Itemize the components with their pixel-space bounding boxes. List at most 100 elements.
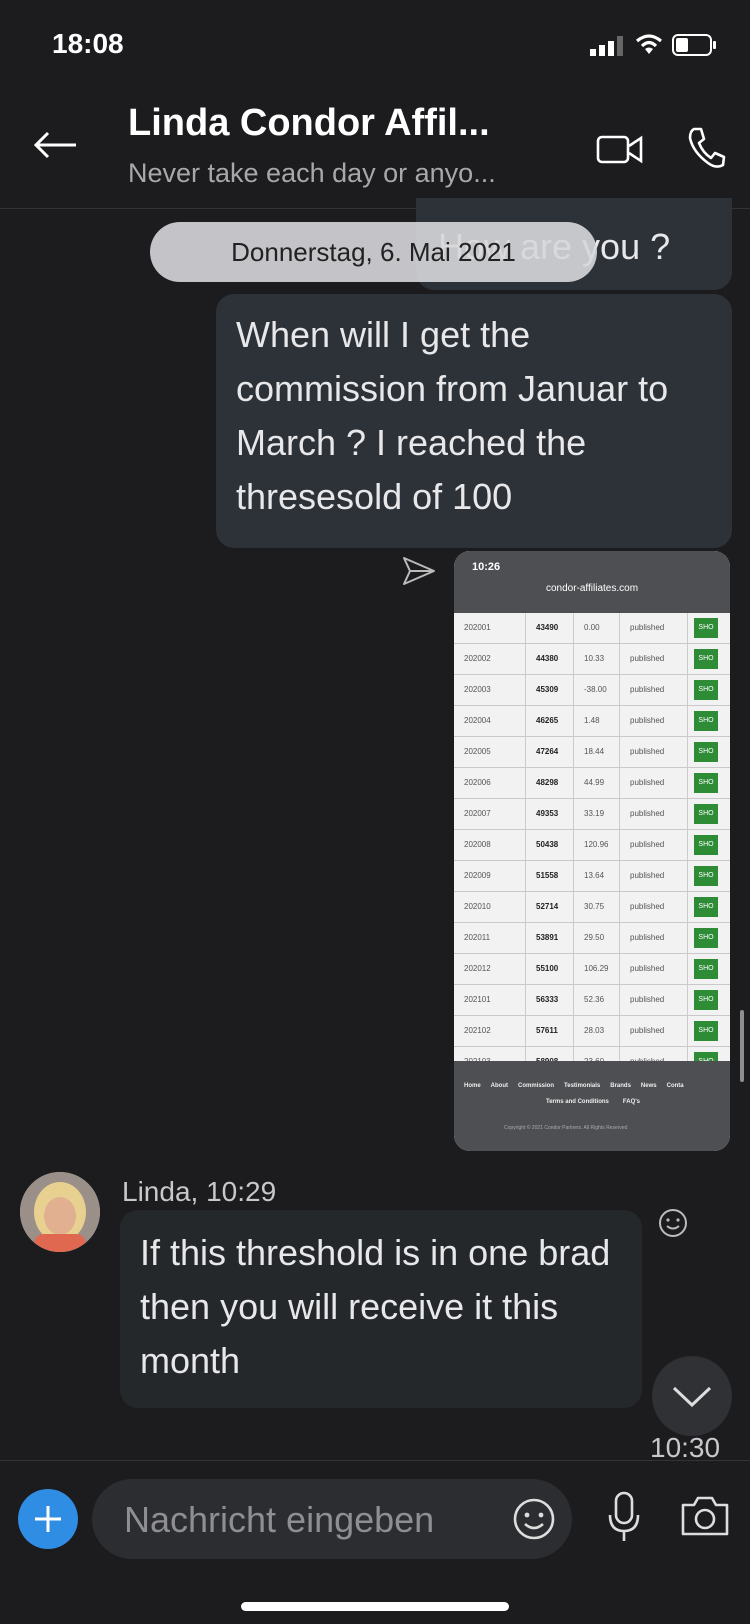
- attachment-cell-id: 55100: [526, 954, 574, 984]
- video-call-icon[interactable]: [596, 132, 644, 166]
- attachment-footer: Home About Commission Testimonials Brands New…: [454, 1061, 730, 1151]
- attachment-cell-id: 46265: [526, 706, 574, 736]
- attachment-table-row: 202009 51558 13.64 published SHO: [454, 861, 730, 892]
- scroll-to-bottom-button[interactable]: [652, 1356, 732, 1436]
- attachment-cell-period: 202006: [454, 768, 526, 798]
- attachment-cell-period: 202003: [454, 675, 526, 705]
- attachment-cell-status: published: [620, 706, 688, 736]
- attachment-show-button: SHO: [694, 742, 718, 762]
- add-attachment-button[interactable]: [18, 1489, 78, 1549]
- attachment-copyright: Copyright © 2021 Condor Partners. All Ri…: [504, 1125, 628, 1131]
- attachment-cell-amount: 18.44: [574, 737, 620, 767]
- outgoing-message-bubble[interactable]: When will I get the commission from Janu…: [216, 294, 732, 548]
- image-attachment[interactable]: 10:26 condor-affiliates.com 202001 43490 0…: [454, 551, 730, 1151]
- attachment-cell-id: 51558: [526, 861, 574, 891]
- attachment-table: 202001 43490 0.00 published SHO 202002 44380 10…: [454, 613, 730, 1078]
- incoming-message-text: If this threshold is in one brad then yo…: [140, 1232, 611, 1381]
- home-indicator[interactable]: [241, 1602, 509, 1611]
- attachment-footer-link: Conta: [666, 1083, 684, 1089]
- contact-name[interactable]: Linda Condor Affil...: [128, 102, 490, 145]
- attachment-cell-amount: 0.00: [574, 613, 620, 643]
- plus-icon: [33, 1504, 63, 1534]
- incoming-message-bubble[interactable]: If this threshold is in one brad then yo…: [120, 1210, 642, 1408]
- attachment-cell-amount: 13.64: [574, 861, 620, 891]
- attachment-cell-amount: 10.33: [574, 644, 620, 674]
- attachment-table-row: 202005 47264 18.44 published SHO: [454, 737, 730, 768]
- message-input[interactable]: Nachricht eingeben: [92, 1479, 572, 1559]
- attachment-cell-id: 49353: [526, 799, 574, 829]
- attachment-cell-id: 44380: [526, 644, 574, 674]
- microphone-icon[interactable]: [606, 1491, 642, 1543]
- attachment-table-row: 202004 46265 1.48 published SHO: [454, 706, 730, 737]
- attachment-cell-amount: 33.19: [574, 799, 620, 829]
- attachment-cell-status: published: [620, 985, 688, 1015]
- attachment-cell-status: published: [620, 675, 688, 705]
- chevron-down-icon: [672, 1386, 712, 1408]
- attachment-cell-period: 202004: [454, 706, 526, 736]
- attachment-cell-amount: 29.50: [574, 923, 620, 953]
- attachment-site: condor-affiliates.com: [545, 583, 639, 594]
- back-arrow-icon[interactable]: [32, 130, 78, 160]
- attachment-show-button: SHO: [694, 959, 718, 979]
- attachment-cell-id: 57611: [526, 1016, 574, 1046]
- attachment-table-row: 202002 44380 10.33 published SHO: [454, 644, 730, 675]
- reaction-smiley-icon[interactable]: [658, 1208, 688, 1238]
- attachment-cell-period: 202010: [454, 892, 526, 922]
- attachment-time: 10:26: [472, 561, 501, 573]
- attachment-cell-status: published: [620, 923, 688, 953]
- attachment-cell-status: published: [620, 768, 688, 798]
- attachment-cell-status: published: [620, 892, 688, 922]
- emoji-icon[interactable]: [512, 1497, 556, 1541]
- signal-icon: [590, 36, 626, 56]
- attachment-show-button: SHO: [694, 990, 718, 1010]
- phone-call-icon[interactable]: [686, 126, 726, 170]
- attachment-cell-status: published: [620, 954, 688, 984]
- attachment-table-row: 202101 56333 52.36 published SHO: [454, 985, 730, 1016]
- attachment-cell-status: published: [620, 799, 688, 829]
- attachment-show-button: SHO: [694, 804, 718, 824]
- attachment-footer-link: Brands: [610, 1083, 631, 1089]
- attachment-cell-amount: 52.36: [574, 985, 620, 1015]
- attachment-show-button: SHO: [694, 1021, 718, 1041]
- attachment-show-button: SHO: [694, 773, 718, 793]
- attachment-table-row: 202007 49353 33.19 published SHO: [454, 799, 730, 830]
- attachment-cell-id: 47264: [526, 737, 574, 767]
- attachment-table-row: 202102 57611 28.03 published SHO: [454, 1016, 730, 1047]
- attachment-footer-link: News: [640, 1083, 657, 1089]
- attachment-cell-id: 52714: [526, 892, 574, 922]
- attachment-footer-link: Testimonials: [564, 1083, 601, 1089]
- incoming-sender: Linda, 10:29: [122, 1176, 277, 1207]
- attachment-show-button: SHO: [694, 835, 718, 855]
- attachment-cell-id: 43490: [526, 613, 574, 643]
- attachment-cell-amount: 120.96: [574, 830, 620, 860]
- avatar[interactable]: [20, 1172, 100, 1252]
- attachment-cell-period: 202011: [454, 923, 526, 953]
- attachment-cell-period: 202002: [454, 644, 526, 674]
- outgoing-message-text: When will I get the commission from Janu…: [236, 314, 669, 517]
- attachment-cell-period: 202007: [454, 799, 526, 829]
- attachment-cell-period: 202005: [454, 737, 526, 767]
- attachment-cell-status: published: [620, 644, 688, 674]
- attachment-table-row: 202008 50438 120.96 published SHO: [454, 830, 730, 861]
- attachment-cell-amount: -38.00: [574, 675, 620, 705]
- attachment-show-button: SHO: [694, 711, 718, 731]
- attachment-cell-period: 202012: [454, 954, 526, 984]
- attachment-cell-status: published: [620, 861, 688, 891]
- attachment-show-button: SHO: [694, 618, 718, 638]
- attachment-show-button: SHO: [694, 866, 718, 886]
- camera-icon[interactable]: [680, 1495, 730, 1537]
- attachment-table-row: 202012 55100 106.29 published SHO: [454, 954, 730, 985]
- attachment-show-button: SHO: [694, 680, 718, 700]
- attachment-show-button: SHO: [694, 928, 718, 948]
- wifi-icon: [634, 32, 664, 56]
- attachment-table-row: 202001 43490 0.00 published SHO: [454, 613, 730, 644]
- attachment-footer-link: About: [490, 1083, 508, 1089]
- attachment-cell-amount: 30.75: [574, 892, 620, 922]
- scroll-indicator[interactable]: [740, 1010, 744, 1082]
- contact-mood-message[interactable]: Never take each day or anyo...: [128, 158, 496, 189]
- attachment-cell-id: 53891: [526, 923, 574, 953]
- attachment-cell-period: 202101: [454, 985, 526, 1015]
- attachment-cell-id: 50438: [526, 830, 574, 860]
- attachment-cell-period: 202001: [454, 613, 526, 643]
- attachment-table-row: 202010 52714 30.75 published SHO: [454, 892, 730, 923]
